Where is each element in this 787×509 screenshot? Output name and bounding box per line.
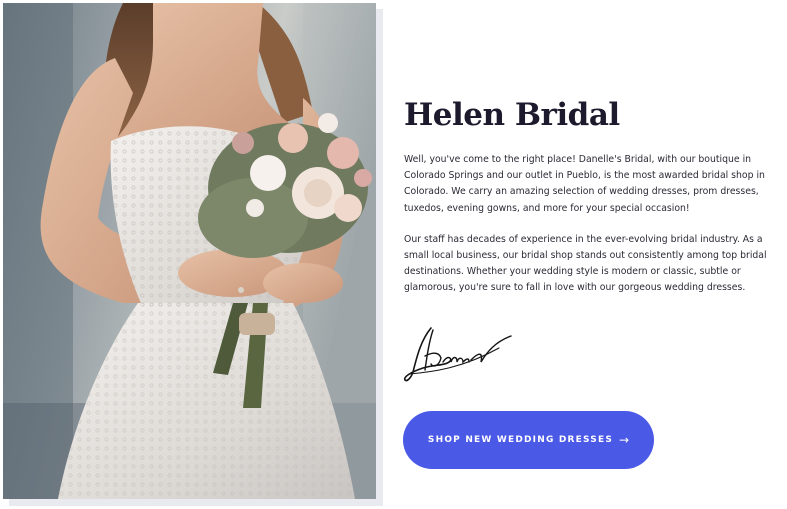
about-content: Helen Bridal Well, you've come to the ri…: [404, 95, 784, 297]
staff-paragraph: Our staff has decades of experience in t…: [404, 233, 767, 294]
page-title: Helen Bridal: [404, 97, 620, 133]
arrow-right-icon: →: [619, 433, 630, 447]
shop-wedding-dresses-button[interactable]: SHOP NEW WEDDING DRESSES →: [403, 411, 654, 469]
intro-paragraph: Well, you've come to the right place! Da…: [404, 154, 765, 214]
signature-image: [403, 322, 518, 386]
about-section: Helen Bridal Well, you've come to the ri…: [0, 0, 787, 509]
shop-button-label: SHOP NEW WEDDING DRESSES: [427, 435, 614, 445]
bride-photo: [3, 3, 376, 499]
